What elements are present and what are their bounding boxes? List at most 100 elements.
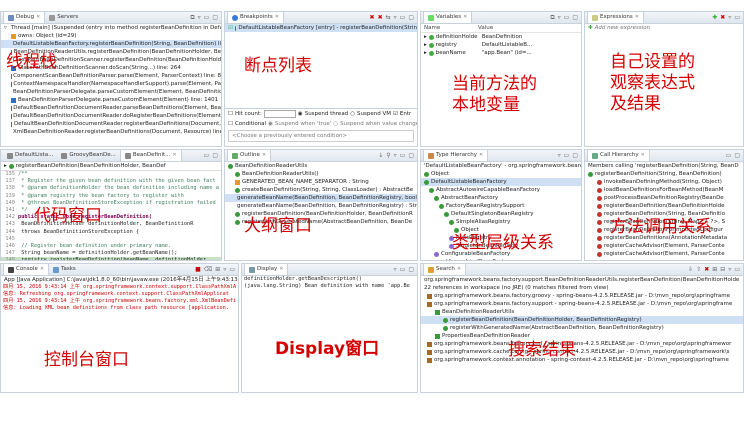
menu-icon[interactable]: ▿ bbox=[394, 266, 397, 273]
stack-frame[interactable]: BeanDefinitionParserDelegate.parseCustom… bbox=[1, 88, 221, 96]
tab-servers[interactable]: Servers bbox=[45, 12, 82, 23]
tab-type-hierarchy[interactable]: Type Hierarchy ✕ bbox=[423, 150, 489, 161]
add-expression-row[interactable]: ✚ Add new expression bbox=[585, 24, 743, 32]
minimize-icon[interactable]: ▭ bbox=[204, 152, 210, 159]
code-line[interactable]: 144 throws BeanDefinitionStoreException … bbox=[1, 229, 221, 236]
code-line[interactable]: 138 * @param definitionHolder the bean d… bbox=[1, 185, 221, 192]
code-line[interactable]: 139 * @param registry the bean factory t… bbox=[1, 193, 221, 200]
add-icon[interactable]: ✚ bbox=[712, 14, 717, 21]
minimize-icon[interactable]: ▭ bbox=[400, 152, 406, 159]
remove-icon[interactable]: ✖ bbox=[370, 14, 375, 21]
menu-icon[interactable]: ▿ bbox=[728, 14, 731, 21]
hierarchy-item[interactable]: AbstractBeanFactory bbox=[421, 194, 581, 202]
stack-frame[interactable]: XmlBeanDefinitionReader.registerBeanDefi… bbox=[1, 128, 221, 136]
call-item[interactable]: registerBeanDefinition(String, BeanDefin… bbox=[585, 170, 743, 178]
search-result[interactable]: org.springframework.context.annotation -… bbox=[421, 356, 743, 364]
minimize-icon[interactable]: ▭ bbox=[734, 266, 740, 273]
tab-editor-2[interactable]: GroovyBeanDe... bbox=[57, 150, 120, 161]
display-line[interactable]: definitionHolder.getBeanDescription() bbox=[242, 276, 417, 283]
remove-icon[interactable]: ✖ bbox=[720, 14, 725, 21]
maximize-icon[interactable]: ▢ bbox=[408, 152, 414, 159]
maximize-icon[interactable]: ▢ bbox=[572, 14, 578, 22]
minimize-icon[interactable]: ▭ bbox=[734, 14, 740, 21]
breadcrumb-label[interactable]: registerBeanDefinition(BeanDefinitionHol… bbox=[16, 162, 166, 170]
minimize-icon[interactable]: ▭ bbox=[204, 14, 210, 22]
code-line[interactable]: 146 // Register bean definition under pr… bbox=[1, 243, 221, 250]
hierarchy-item[interactable]: DefaultListableBeanFactory bbox=[421, 178, 581, 186]
hierarchy-item[interactable]: FactoryBeanRegistrySupport bbox=[421, 202, 581, 210]
tab-expressions[interactable]: Expressions ✕ bbox=[587, 12, 644, 23]
call-item[interactable]: registerCacheAdvisor(Element, ParserCont… bbox=[585, 250, 743, 258]
next-icon[interactable]: ⇩ bbox=[688, 266, 693, 273]
close-icon[interactable]: ✕ bbox=[279, 264, 283, 275]
search-result[interactable]: org.springframework.beans.factory.suppor… bbox=[421, 300, 743, 308]
hierarchy-item[interactable]: Object bbox=[421, 170, 581, 178]
stack-frame[interactable]: DefaultBeanDefinitionDocumentReader.doRe… bbox=[1, 112, 221, 120]
expand-all-icon[interactable]: ⊞ bbox=[712, 266, 717, 273]
variable-row[interactable]: ▸ definitionHolde BeanDefinition bbox=[421, 33, 581, 41]
outline-item[interactable]: BeanDefinitionReaderUtils bbox=[225, 162, 417, 170]
outline-item[interactable]: generateBeanName(BeanDefinition, BeanDef… bbox=[225, 194, 417, 202]
search-result[interactable]: registerBeanDefinition(BeanDefinitionHol… bbox=[421, 316, 743, 324]
outline-item[interactable]: BeanDefinitionReaderUtils() bbox=[225, 170, 417, 178]
collapse-icon[interactable]: ⧉ bbox=[190, 14, 194, 22]
code-line[interactable]: 148 registry.registerBeanDefinition(bean… bbox=[1, 257, 221, 260]
tab-tasks[interactable]: Tasks bbox=[49, 264, 80, 275]
tab-call-hierarchy[interactable]: Call Hierarchy ✕ bbox=[587, 150, 650, 161]
hierarchy-item[interactable]: DefaultSingletonBeanRegistry bbox=[421, 210, 581, 218]
clear-icon[interactable]: ⌫ bbox=[204, 266, 212, 273]
minimize-icon[interactable]: ▭ bbox=[400, 14, 406, 21]
search-result[interactable]: org.springframework.beans.factory.xml - … bbox=[421, 340, 743, 348]
tab-console[interactable]: Console ✕ bbox=[3, 264, 50, 275]
minimize-icon[interactable]: ▭ bbox=[726, 152, 732, 159]
condition-combo[interactable]: <Choose a previously entered condition> bbox=[228, 130, 414, 142]
menu-icon[interactable]: ▿ bbox=[394, 152, 397, 159]
minimize-icon[interactable]: ▭ bbox=[564, 14, 570, 22]
code-line[interactable]: 145 bbox=[1, 236, 221, 243]
filter-icon[interactable]: ⚲ bbox=[386, 152, 390, 159]
console-output[interactable]: 四月 15, 2016 9:43:14 上午 org.springframewo… bbox=[1, 284, 238, 312]
close-icon[interactable]: ✕ bbox=[641, 150, 645, 161]
maximize-icon[interactable]: ▢ bbox=[734, 152, 740, 159]
owner-row[interactable]: owns: Object (id=29) bbox=[1, 32, 221, 40]
maximize-icon[interactable]: ▢ bbox=[408, 14, 414, 21]
variable-row[interactable]: ▸ registry DefaultListableB... bbox=[421, 41, 581, 49]
stack-frame[interactable]: BeanDefinitionParserDelegate.parseCustom… bbox=[1, 96, 221, 104]
call-item[interactable]: registerBeanDefinition(BeanDefinitionHol… bbox=[585, 202, 743, 210]
hierarchy-item[interactable]: HierarchicalBeanFactory bbox=[421, 258, 581, 260]
conditional-checkbox[interactable]: ☐ bbox=[228, 120, 233, 128]
search-result[interactable]: org.springframework.cache.config - sprin… bbox=[421, 348, 743, 356]
menu-icon[interactable]: ▿ bbox=[394, 14, 397, 21]
close-icon[interactable]: ✕ bbox=[479, 150, 483, 161]
menu-icon[interactable]: ▿ bbox=[198, 14, 201, 22]
tab-editor-1[interactable]: DefaultLista... bbox=[3, 150, 57, 161]
variable-row[interactable]: ▸ beanName "app.Bean" (id=... bbox=[421, 49, 581, 57]
maximize-icon[interactable]: ▢ bbox=[212, 14, 218, 22]
tab-breakpoints[interactable]: Breakpoints ✕ bbox=[227, 12, 284, 23]
tab-search[interactable]: Search ✕ bbox=[423, 264, 467, 275]
menu-icon[interactable]: ▿ bbox=[558, 152, 561, 159]
call-item[interactable]: registerCacheAdvisor(Element, ParserCont… bbox=[585, 242, 743, 250]
hit-count-checkbox[interactable]: ☐ bbox=[228, 110, 233, 118]
stack-frame[interactable]: DefaultBeanDefinitionDocumentReader.pars… bbox=[1, 104, 221, 112]
remove-icon[interactable]: ✖ bbox=[704, 266, 709, 273]
close-icon[interactable]: ✕ bbox=[463, 12, 467, 23]
search-result[interactable]: PropertiesBeanDefinitionReader bbox=[421, 332, 743, 340]
nav-icon[interactable]: ▸ bbox=[4, 162, 7, 170]
suspend-true-radio[interactable]: ◉ bbox=[268, 120, 273, 128]
close-icon[interactable]: ✕ bbox=[262, 150, 266, 161]
code-line[interactable]: 137 * Register the given bean definition… bbox=[1, 178, 221, 185]
minimize-icon[interactable]: ▭ bbox=[400, 266, 406, 273]
code-line[interactable]: 135/** bbox=[1, 171, 221, 178]
suspend-changes-radio[interactable]: ○ bbox=[333, 120, 338, 128]
expand-icon[interactable]: ▸ bbox=[424, 41, 427, 49]
stack-frame[interactable]: ContextNamespaceHandler(NamespaceHandler… bbox=[1, 80, 221, 88]
tab-variables[interactable]: Variables ✕ bbox=[423, 12, 473, 23]
sort-icon[interactable]: ↓ bbox=[378, 152, 383, 159]
menu-icon[interactable]: ▿ bbox=[558, 14, 561, 22]
tab-display[interactable]: Display ✕ bbox=[244, 264, 289, 275]
call-item[interactable]: invokeBeanDefiningMethod(String, Object) bbox=[585, 178, 743, 186]
menu-icon[interactable]: ▿ bbox=[223, 266, 226, 273]
menu-icon[interactable]: ▿ bbox=[728, 266, 731, 273]
prev-icon[interactable]: ⇧ bbox=[696, 266, 701, 273]
